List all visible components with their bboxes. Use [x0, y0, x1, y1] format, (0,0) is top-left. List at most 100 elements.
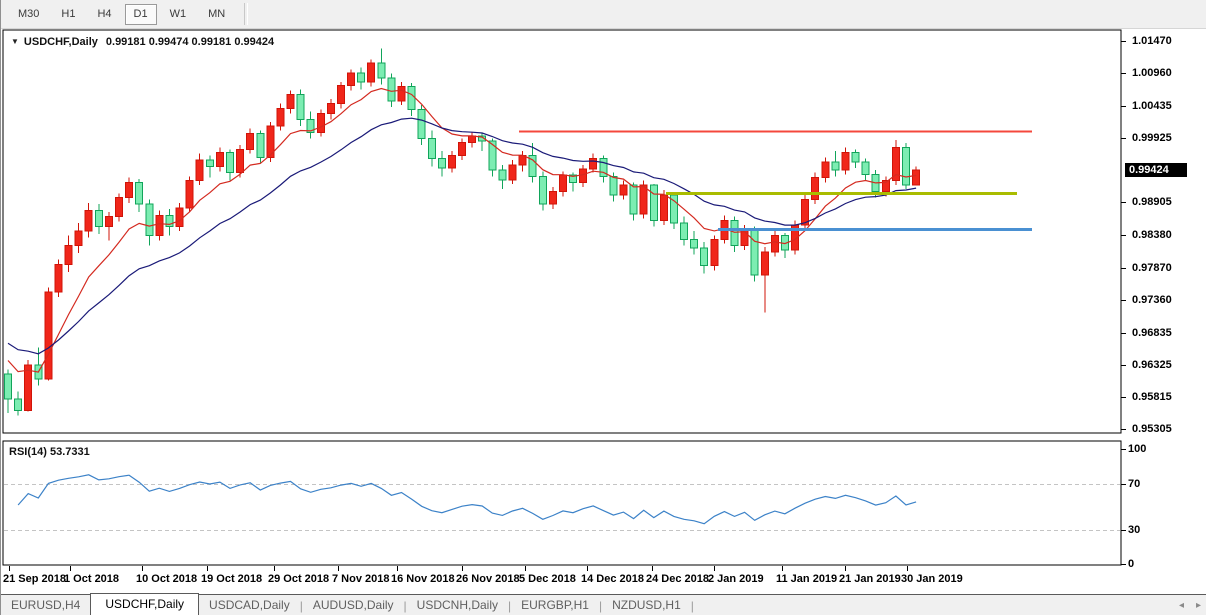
price-axis-label: 0.99925	[1132, 132, 1172, 144]
price-axis-label: 0.96325	[1132, 359, 1172, 371]
chart-title: ▼USDCHF,Daily0.99181 0.99474 0.99181 0.9…	[11, 36, 274, 48]
candle-body	[499, 170, 506, 180]
candle-body	[327, 103, 334, 113]
chart-tab-usdcad-daily[interactable]: USDCAD,Daily	[199, 596, 300, 615]
candle-body	[206, 160, 213, 166]
rsi-axis-label: 70	[1128, 478, 1140, 490]
candle-body	[388, 78, 395, 101]
candle-body	[438, 159, 445, 168]
candle-body	[913, 170, 920, 185]
candle-body	[691, 239, 698, 248]
date-axis-label: 11 Jan 2019	[776, 573, 837, 585]
candle-body	[701, 248, 708, 266]
candle-body	[5, 374, 12, 399]
date-axis-label: 10 Oct 2018	[136, 573, 197, 585]
candle-body	[842, 152, 849, 170]
chevron-down-icon[interactable]: ▼	[11, 37, 19, 46]
symbol-label: USDCHF,Daily	[24, 36, 98, 48]
candle-body	[640, 185, 647, 214]
rsi-axis-label: 30	[1128, 524, 1140, 536]
chart-canvas[interactable]	[1, 0, 1206, 615]
date-axis-label: 1 Oct 2018	[64, 573, 119, 585]
candle-body	[196, 160, 203, 181]
date-axis-label: 5 Dec 2018	[519, 573, 576, 585]
candle-body	[136, 183, 143, 204]
tab-scroll-right-icon[interactable]: ▸	[1196, 600, 1201, 611]
chart-tab-eurusd-h4[interactable]: EURUSD,H4	[1, 596, 90, 615]
chart-tab-eurgbp-h1[interactable]: EURGBP,H1	[511, 596, 599, 615]
tab-scroll-buttons: ◂ ▸	[1179, 600, 1201, 611]
candle-body	[337, 86, 344, 104]
candle-body	[418, 110, 425, 139]
candle-body	[761, 252, 768, 275]
candle-body	[448, 156, 455, 169]
date-axis-label: 19 Oct 2018	[201, 573, 262, 585]
candle-body	[459, 142, 466, 155]
candle-body	[348, 73, 355, 86]
candle-body	[85, 210, 92, 231]
candle-body	[25, 365, 32, 410]
candle-body	[539, 176, 546, 204]
candle-body	[146, 204, 153, 235]
chart-tab-bar: EURUSD,H4USDCHF,DailyUSDCAD,Daily | AUDUSD…	[1, 594, 1206, 615]
date-axis-label: 2 Jan 2019	[708, 573, 764, 585]
candle-body	[216, 152, 223, 166]
candle-body	[681, 223, 688, 239]
date-axis-label: 21 Jan 2019	[839, 573, 901, 585]
candle-body	[469, 136, 476, 142]
price-axis-label: 1.01470	[1132, 35, 1172, 47]
price-axis-label: 1.00960	[1132, 67, 1172, 79]
candle-body	[176, 208, 183, 227]
candle-body	[549, 191, 556, 204]
chart-tab-usdcnh-daily[interactable]: USDCNH,Daily	[407, 596, 508, 615]
candle-body	[812, 178, 819, 200]
candle-body	[105, 217, 112, 227]
candle-body	[368, 63, 375, 82]
chart-tab-usdchf-daily[interactable]: USDCHF,Daily	[90, 593, 199, 615]
candle-body	[620, 185, 627, 195]
candle-body	[358, 73, 365, 82]
candle-body	[489, 141, 496, 170]
date-axis-label: 16 Nov 2018	[391, 573, 455, 585]
price-axis-label: 0.97360	[1132, 294, 1172, 306]
candle-body	[509, 165, 516, 180]
candle-body	[65, 246, 72, 265]
tab-scroll-left-icon[interactable]: ◂	[1179, 600, 1184, 611]
chart-tab-nzdusd-h1[interactable]: NZDUSD,H1	[602, 596, 691, 615]
price-axis-label: 0.95305	[1132, 423, 1172, 435]
price-axis-label: 1.00435	[1132, 100, 1172, 112]
chart-tab-audusd-daily[interactable]: AUDUSD,Daily	[303, 596, 404, 615]
price-axis-label: 0.98380	[1132, 229, 1172, 241]
date-axis-label: 29 Oct 2018	[268, 573, 329, 585]
candle-body	[731, 220, 738, 245]
rsi-indicator-label: RSI(14) 53.7331	[9, 446, 90, 458]
candle-body	[287, 95, 294, 109]
candle-body	[156, 215, 163, 235]
candle-body	[237, 149, 244, 172]
candle-body	[75, 231, 82, 245]
date-axis-label: 24 Dec 2018	[646, 573, 709, 585]
main-chart-frame	[3, 30, 1121, 433]
candle-body	[55, 264, 62, 292]
candle-body	[247, 134, 254, 150]
candle-body	[378, 63, 385, 78]
price-axis-label: 0.95815	[1132, 391, 1172, 403]
candle-body	[45, 292, 52, 379]
tab-divider: |	[691, 599, 694, 615]
rsi-axis-label: 100	[1128, 443, 1146, 455]
candle-body	[711, 239, 718, 265]
candle-body	[903, 147, 910, 185]
candle-body	[15, 399, 22, 410]
date-axis-label: 21 Sep 2018	[3, 573, 66, 585]
date-axis-label: 14 Dec 2018	[581, 573, 644, 585]
date-axis-label: 30 Jan 2019	[901, 573, 963, 585]
date-axis-label: 7 Nov 2018	[332, 573, 389, 585]
date-axis-label: 26 Nov 2018	[456, 573, 520, 585]
candle-body	[590, 159, 597, 169]
candle-body	[115, 198, 122, 217]
candle-body	[226, 152, 233, 172]
candle-body	[428, 139, 435, 159]
candle-body	[751, 229, 758, 275]
candle-body	[317, 113, 324, 132]
candle-body	[95, 210, 102, 226]
